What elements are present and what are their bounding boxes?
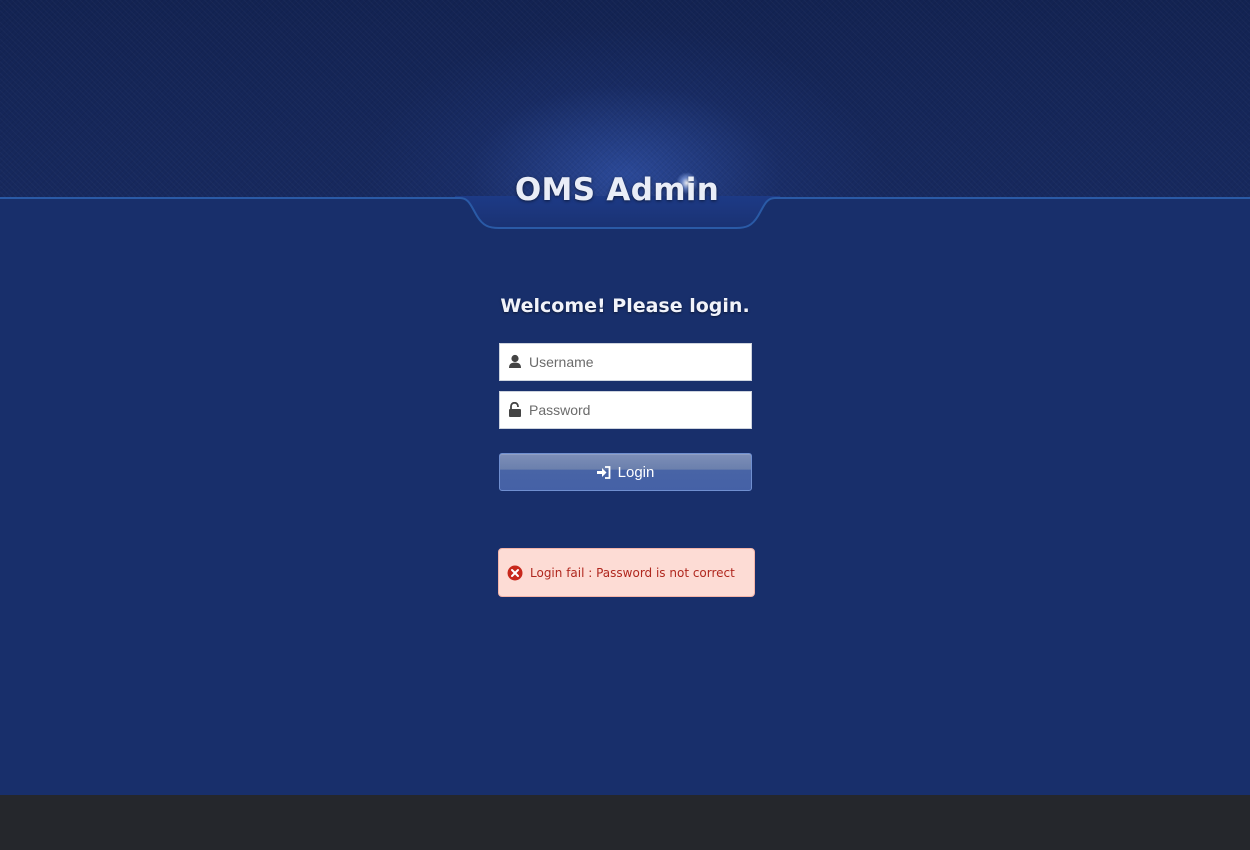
header-banner bbox=[0, 0, 1250, 198]
sign-in-icon bbox=[596, 466, 611, 479]
login-button[interactable]: Login bbox=[499, 453, 752, 491]
welcome-heading: Welcome! Please login. bbox=[500, 295, 750, 317]
password-input[interactable] bbox=[529, 392, 749, 428]
app-title: OMS Admin bbox=[514, 172, 720, 208]
error-circle-icon bbox=[507, 565, 523, 581]
username-input[interactable] bbox=[529, 344, 749, 380]
header-texture bbox=[0, 0, 1250, 198]
error-alert: Login fail : Password is not correct bbox=[498, 548, 755, 597]
footer bbox=[0, 795, 1250, 850]
password-field[interactable] bbox=[499, 391, 752, 429]
login-button-label: Login bbox=[617, 463, 655, 481]
user-icon bbox=[508, 354, 522, 370]
error-message: Login fail : Password is not correct bbox=[530, 565, 735, 580]
username-field[interactable] bbox=[499, 343, 752, 381]
unlock-icon bbox=[508, 401, 522, 418]
